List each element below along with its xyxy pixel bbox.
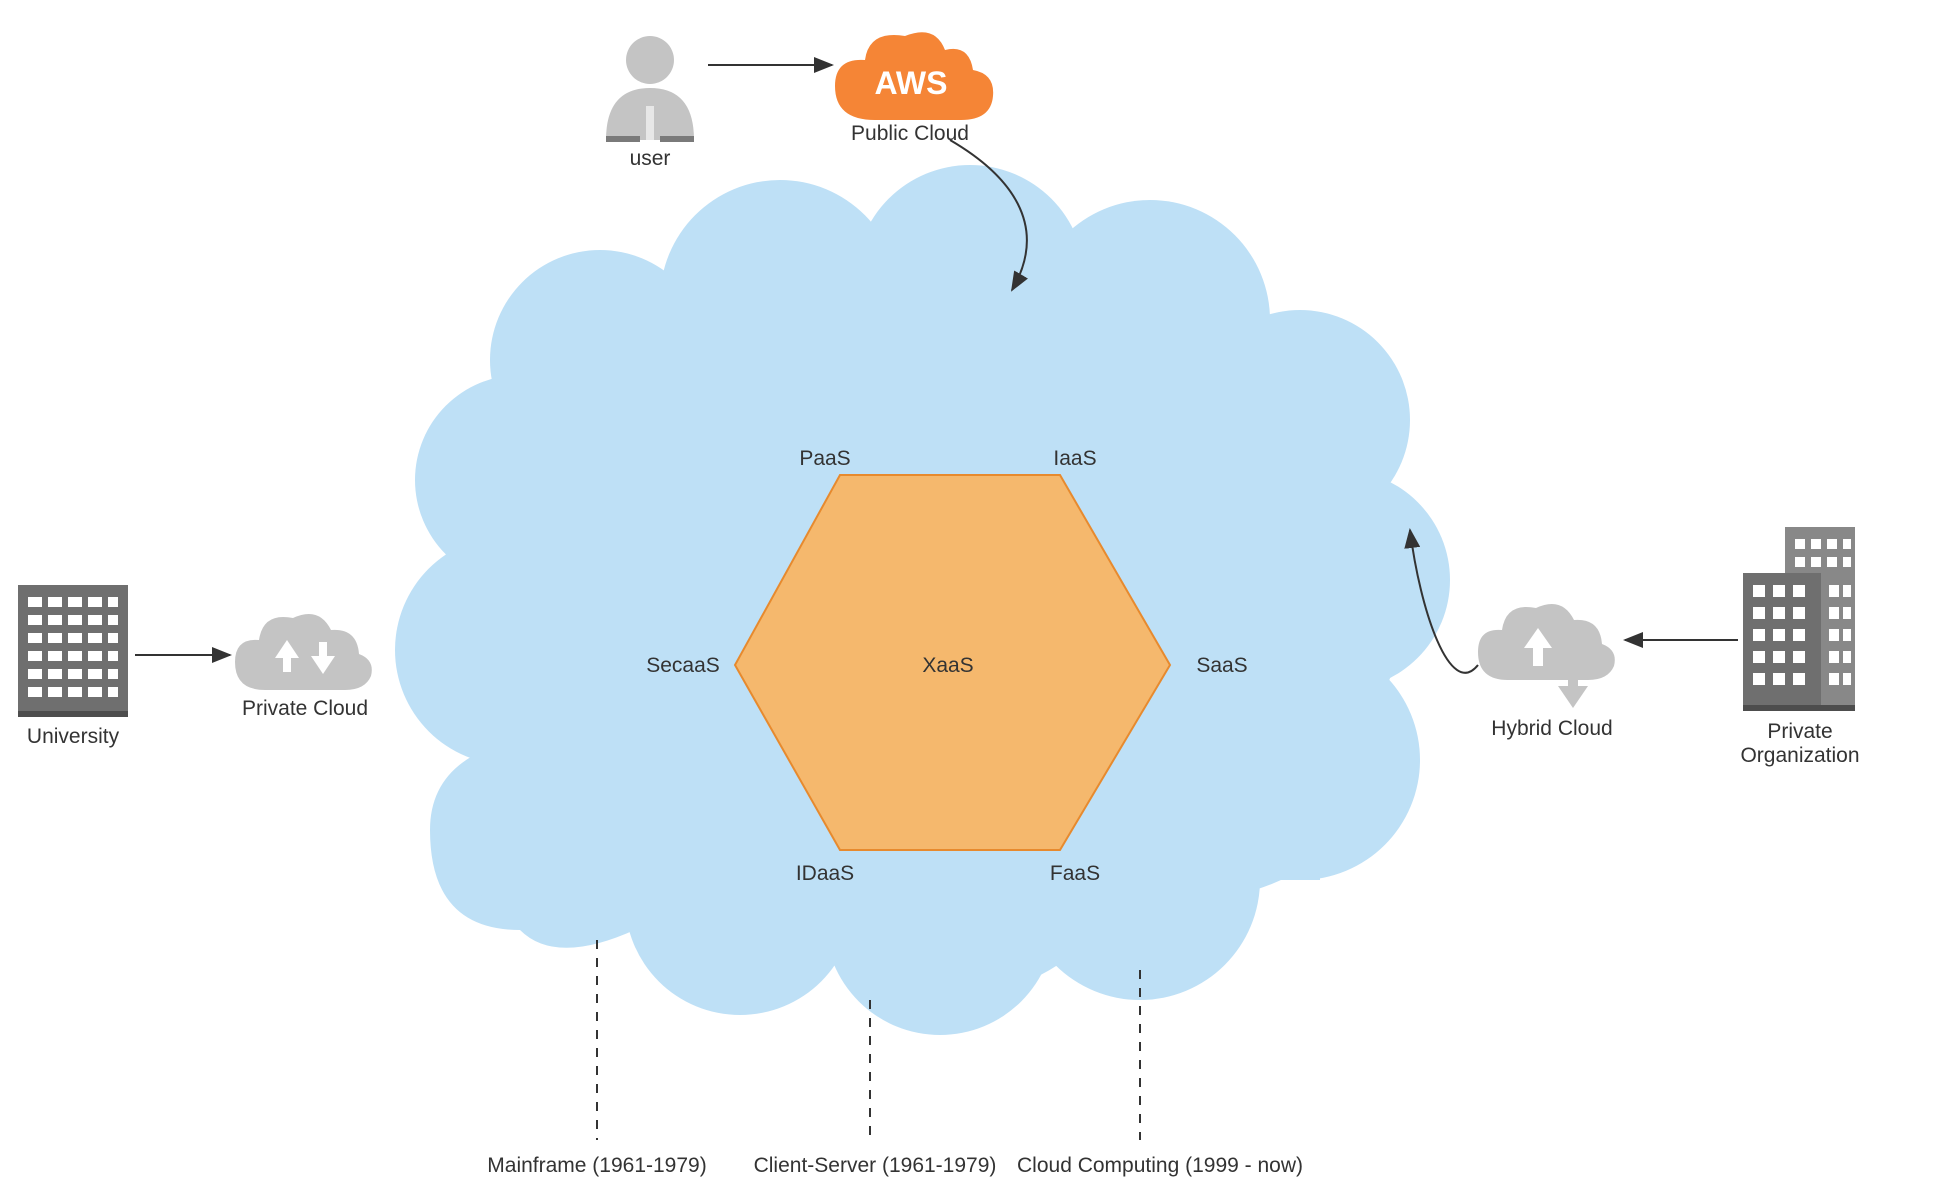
hexagon-center-label: XaaS [922,654,973,677]
user-icon [606,36,694,142]
private-org-label-line1: Private [1767,720,1832,743]
hexagon-vertex-iaas: IaaS [1053,447,1096,470]
hexagon-vertex-saas: SaaS [1196,654,1247,677]
private-cloud-label: Private Cloud [242,697,368,720]
aws-brand-text: AWS [875,65,948,101]
user-label: user [630,147,671,170]
timeline-era1: Mainframe (1961-1979) [487,1154,706,1177]
hybrid-cloud-icon [1478,604,1615,708]
timeline-era3: Cloud Computing (1999 - now) [1017,1154,1303,1177]
hexagon-vertex-faas: FaaS [1050,862,1100,885]
private-org-label-line2: Organization [1740,744,1859,767]
university-label: University [27,725,120,748]
timeline-era2: Client-Server (1961-1979) [754,1154,997,1177]
hexagon-vertex-paas: PaaS [799,447,850,470]
private-org-icon [1743,527,1855,711]
hybrid-cloud-label: Hybrid Cloud [1491,717,1612,740]
private-cloud-icon [235,614,372,690]
university-icon [18,585,128,717]
aws-cloud-icon: AWS [835,32,993,120]
diagram-canvas: XaaS PaaS IaaS SaaS FaaS IDaaS SecaaS us… [0,0,1950,1202]
hexagon-vertex-idaas: IDaaS [796,862,854,885]
hexagon-vertex-secaas: SecaaS [646,654,720,677]
